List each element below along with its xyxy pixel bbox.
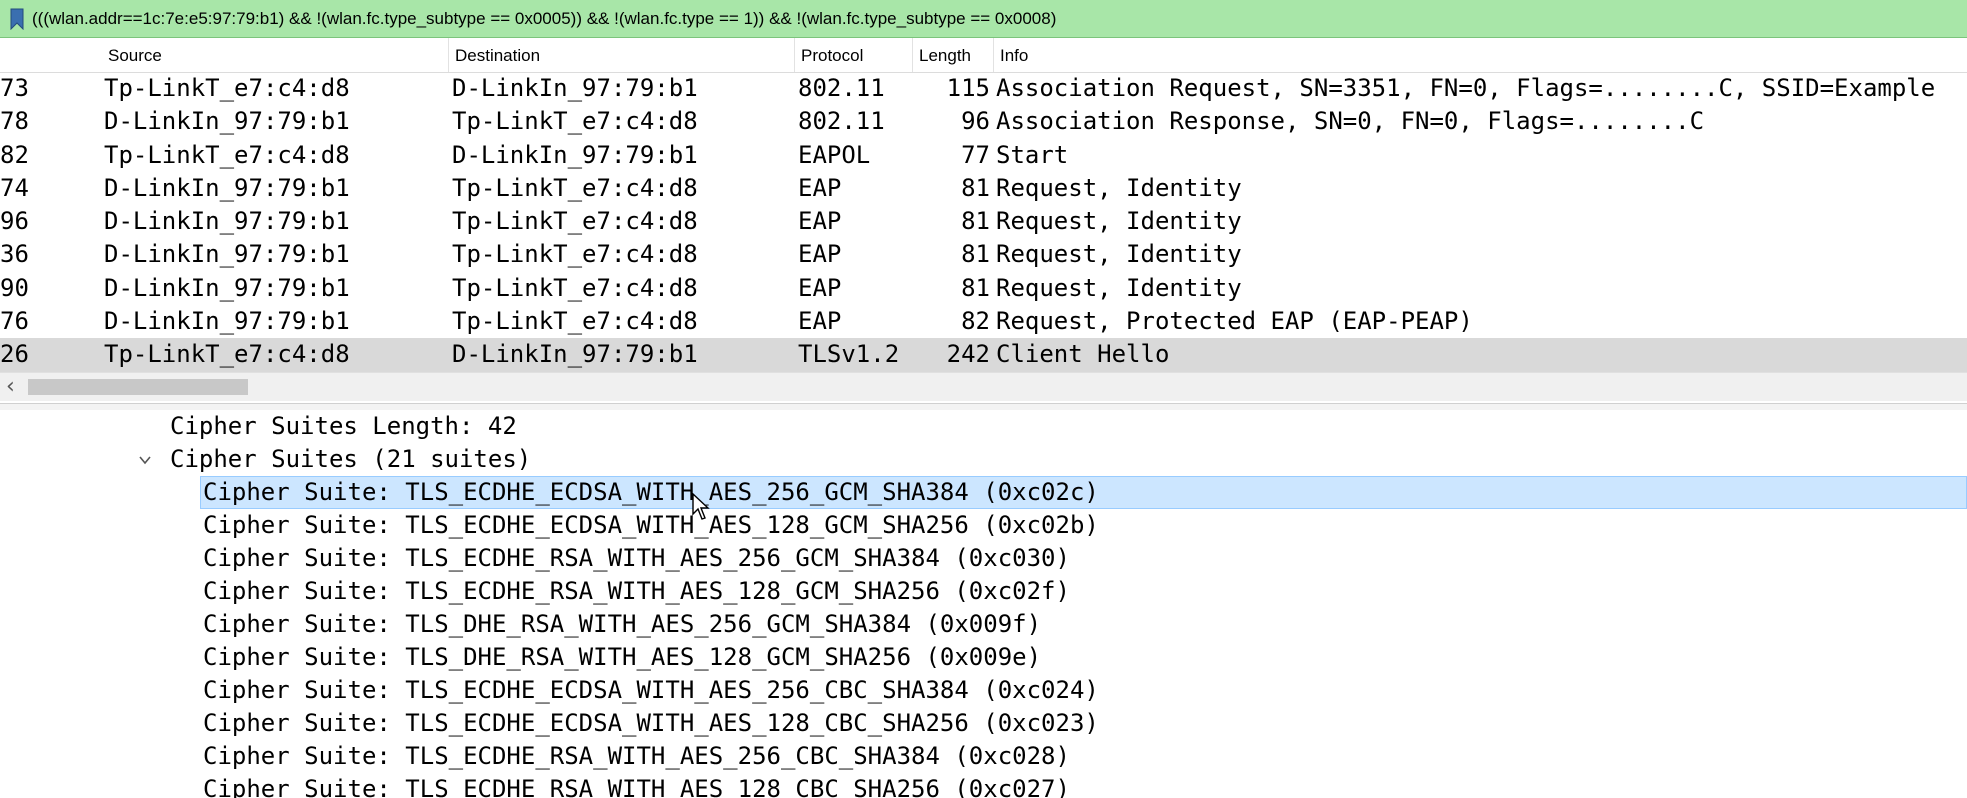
packet-protocol: TLSv1.2 (798, 340, 900, 369)
packet-number: 78 (0, 107, 29, 136)
packet-info: Start (996, 140, 1069, 169)
packet-info: Association Response, SN=0, FN=0, Flags=… (996, 107, 1705, 136)
packet-number: 96 (0, 207, 29, 236)
column-divider[interactable] (993, 38, 994, 72)
packet-destination: Tp-LinkT_e7:c4:d8 (452, 273, 698, 302)
packet-length: 96 (961, 107, 990, 136)
packet-number: 82 (0, 140, 29, 169)
packet-row[interactable]: 82 Tp-LinkT_e7:c4:d8 D-LinkIn_97:79:b1 E… (0, 139, 1967, 172)
packet-source: D-LinkIn_97:79:b1 (104, 173, 350, 202)
tree-item-cipher-suite[interactable]: Cipher Suite: TLS_ECDHE_RSA_WITH_AES_128… (203, 773, 1070, 798)
packet-row[interactable]: 74 D-LinkIn_97:79:b1 Tp-LinkT_e7:c4:d8 E… (0, 172, 1967, 205)
packet-protocol: EAP (798, 173, 842, 202)
column-divider[interactable] (448, 38, 449, 72)
column-length[interactable]: Length (919, 46, 971, 66)
packet-length: 81 (961, 173, 990, 202)
packet-info: Request, Identity (996, 173, 1242, 202)
scroll-left-icon[interactable]: ‹ (6, 374, 15, 399)
bookmark-icon[interactable] (4, 4, 30, 34)
horizontal-scrollbar[interactable]: ‹ (0, 372, 1967, 401)
packet-row[interactable]: 36 D-LinkIn_97:79:b1 Tp-LinkT_e7:c4:d8 E… (0, 238, 1967, 271)
tree-item-cipher-suite[interactable]: Cipher Suite: TLS_ECDHE_RSA_WITH_AES_128… (203, 575, 1070, 608)
packet-row[interactable]: 73 Tp-LinkT_e7:c4:d8 D-LinkIn_97:79:b1 8… (0, 72, 1967, 105)
packet-info: Request, Protected EAP (EAP-PEAP) (996, 307, 1473, 336)
packet-length: 242 (946, 340, 990, 369)
packet-number: 36 (0, 240, 29, 269)
tree-item-cipher-suite[interactable]: Cipher Suite: TLS_DHE_RSA_WITH_AES_128_G… (203, 641, 1041, 674)
packet-length: 77 (961, 140, 990, 169)
scrollbar-thumb[interactable] (28, 379, 248, 395)
packet-source: Tp-LinkT_e7:c4:d8 (104, 140, 350, 169)
packet-info: Client Hello (996, 340, 1170, 369)
packet-info: Request, Identity (996, 273, 1242, 302)
packet-length: 82 (961, 307, 990, 336)
packet-number: 76 (0, 307, 29, 336)
packet-destination: D-LinkIn_97:79:b1 (452, 140, 698, 169)
packet-destination: Tp-LinkT_e7:c4:d8 (452, 107, 698, 136)
packet-source: Tp-LinkT_e7:c4:d8 (104, 74, 350, 102)
packet-list[interactable]: Source Destination Protocol Length Info … (0, 38, 1967, 403)
tree-item-cipher-suite[interactable]: Cipher Suite: TLS_ECDHE_ECDSA_WITH_AES_1… (203, 509, 1099, 542)
chevron-down-icon[interactable] (138, 453, 152, 467)
column-divider[interactable] (912, 38, 913, 72)
packet-source: D-LinkIn_97:79:b1 (104, 307, 350, 336)
packet-source: D-LinkIn_97:79:b1 (104, 240, 350, 269)
tree-item-cipher-suite-selected[interactable]: Cipher Suite: TLS_ECDHE_ECDSA_WITH_AES_2… (200, 476, 1967, 509)
packet-number: 73 (0, 74, 29, 102)
column-protocol[interactable]: Protocol (801, 46, 863, 66)
packet-list-header: Source Destination Protocol Length Info (0, 38, 1967, 73)
packet-info: Association Request, SN=3351, FN=0, Flag… (996, 74, 1936, 102)
tree-item-cipher-suite[interactable]: Cipher Suite: TLS_ECDHE_RSA_WITH_AES_256… (203, 542, 1070, 575)
column-source[interactable]: Source (108, 46, 162, 66)
packet-protocol: EAPOL (798, 140, 871, 169)
column-info[interactable]: Info (1000, 46, 1028, 66)
packet-number: 90 (0, 273, 29, 302)
packet-protocol: 802.11 (798, 107, 885, 136)
packet-info: Request, Identity (996, 207, 1242, 236)
packet-row[interactable]: 96 D-LinkIn_97:79:b1 Tp-LinkT_e7:c4:d8 E… (0, 205, 1967, 238)
packet-source: Tp-LinkT_e7:c4:d8 (104, 340, 350, 369)
packet-source: D-LinkIn_97:79:b1 (104, 273, 350, 302)
packet-source: D-LinkIn_97:79:b1 (104, 107, 350, 136)
packet-row[interactable]: 90 D-LinkIn_97:79:b1 Tp-LinkT_e7:c4:d8 E… (0, 272, 1967, 305)
tree-item-label: Cipher Suite: TLS_ECDHE_ECDSA_WITH_AES_2… (203, 478, 1099, 506)
packet-destination: Tp-LinkT_e7:c4:d8 (452, 207, 698, 236)
packet-destination: D-LinkIn_97:79:b1 (452, 340, 698, 369)
packet-row-selected[interactable]: 26 Tp-LinkT_e7:c4:d8 D-LinkIn_97:79:b1 T… (0, 338, 1967, 372)
packet-rows: 73 Tp-LinkT_e7:c4:d8 D-LinkIn_97:79:b1 8… (0, 72, 1967, 372)
packet-protocol: EAP (798, 307, 842, 336)
packet-destination: Tp-LinkT_e7:c4:d8 (452, 173, 698, 202)
column-destination[interactable]: Destination (455, 46, 540, 66)
column-divider[interactable] (794, 38, 795, 72)
tree-item-cipher-suite[interactable]: Cipher Suite: TLS_ECDHE_RSA_WITH_AES_256… (203, 740, 1070, 773)
packet-length: 81 (961, 273, 990, 302)
tree-item-cipher-suite[interactable]: Cipher Suite: TLS_DHE_RSA_WITH_AES_256_G… (203, 608, 1041, 641)
tree-item-label: Cipher Suites (21 suites) (170, 445, 532, 473)
mouse-cursor-icon (692, 493, 710, 520)
packet-destination: Tp-LinkT_e7:c4:d8 (452, 307, 698, 336)
packet-destination: Tp-LinkT_e7:c4:d8 (452, 240, 698, 269)
packet-length: 81 (961, 240, 990, 269)
packet-details-tree[interactable]: Cipher Suites Length: 42 Cipher Suites (… (0, 410, 1967, 798)
packet-length: 115 (946, 74, 990, 102)
packet-protocol: EAP (798, 240, 842, 269)
packet-number: 26 (0, 340, 29, 369)
packet-protocol: 802.11 (798, 74, 885, 102)
packet-destination: D-LinkIn_97:79:b1 (452, 74, 698, 102)
packet-protocol: EAP (798, 273, 842, 302)
packet-protocol: EAP (798, 207, 842, 236)
filter-expression[interactable]: (((wlan.addr==1c:7e:e5:97:79:b1) && !(wl… (32, 9, 1056, 29)
tree-item-cipher-suites-length[interactable]: Cipher Suites Length: 42 (170, 410, 517, 443)
packet-number: 74 (0, 173, 29, 202)
packet-row[interactable]: 76 D-LinkIn_97:79:b1 Tp-LinkT_e7:c4:d8 E… (0, 305, 1967, 338)
packet-source: D-LinkIn_97:79:b1 (104, 207, 350, 236)
tree-item-cipher-suite[interactable]: Cipher Suite: TLS_ECDHE_ECDSA_WITH_AES_2… (203, 674, 1099, 707)
tree-item-cipher-suites[interactable]: Cipher Suites (21 suites) (0, 443, 900, 476)
packet-info: Request, Identity (996, 240, 1242, 269)
display-filter-bar[interactable]: (((wlan.addr==1c:7e:e5:97:79:b1) && !(wl… (0, 0, 1967, 38)
packet-length: 81 (961, 207, 990, 236)
packet-row[interactable]: 78 D-LinkIn_97:79:b1 Tp-LinkT_e7:c4:d8 8… (0, 105, 1967, 138)
tree-item-cipher-suite[interactable]: Cipher Suite: TLS_ECDHE_ECDSA_WITH_AES_1… (203, 707, 1099, 740)
